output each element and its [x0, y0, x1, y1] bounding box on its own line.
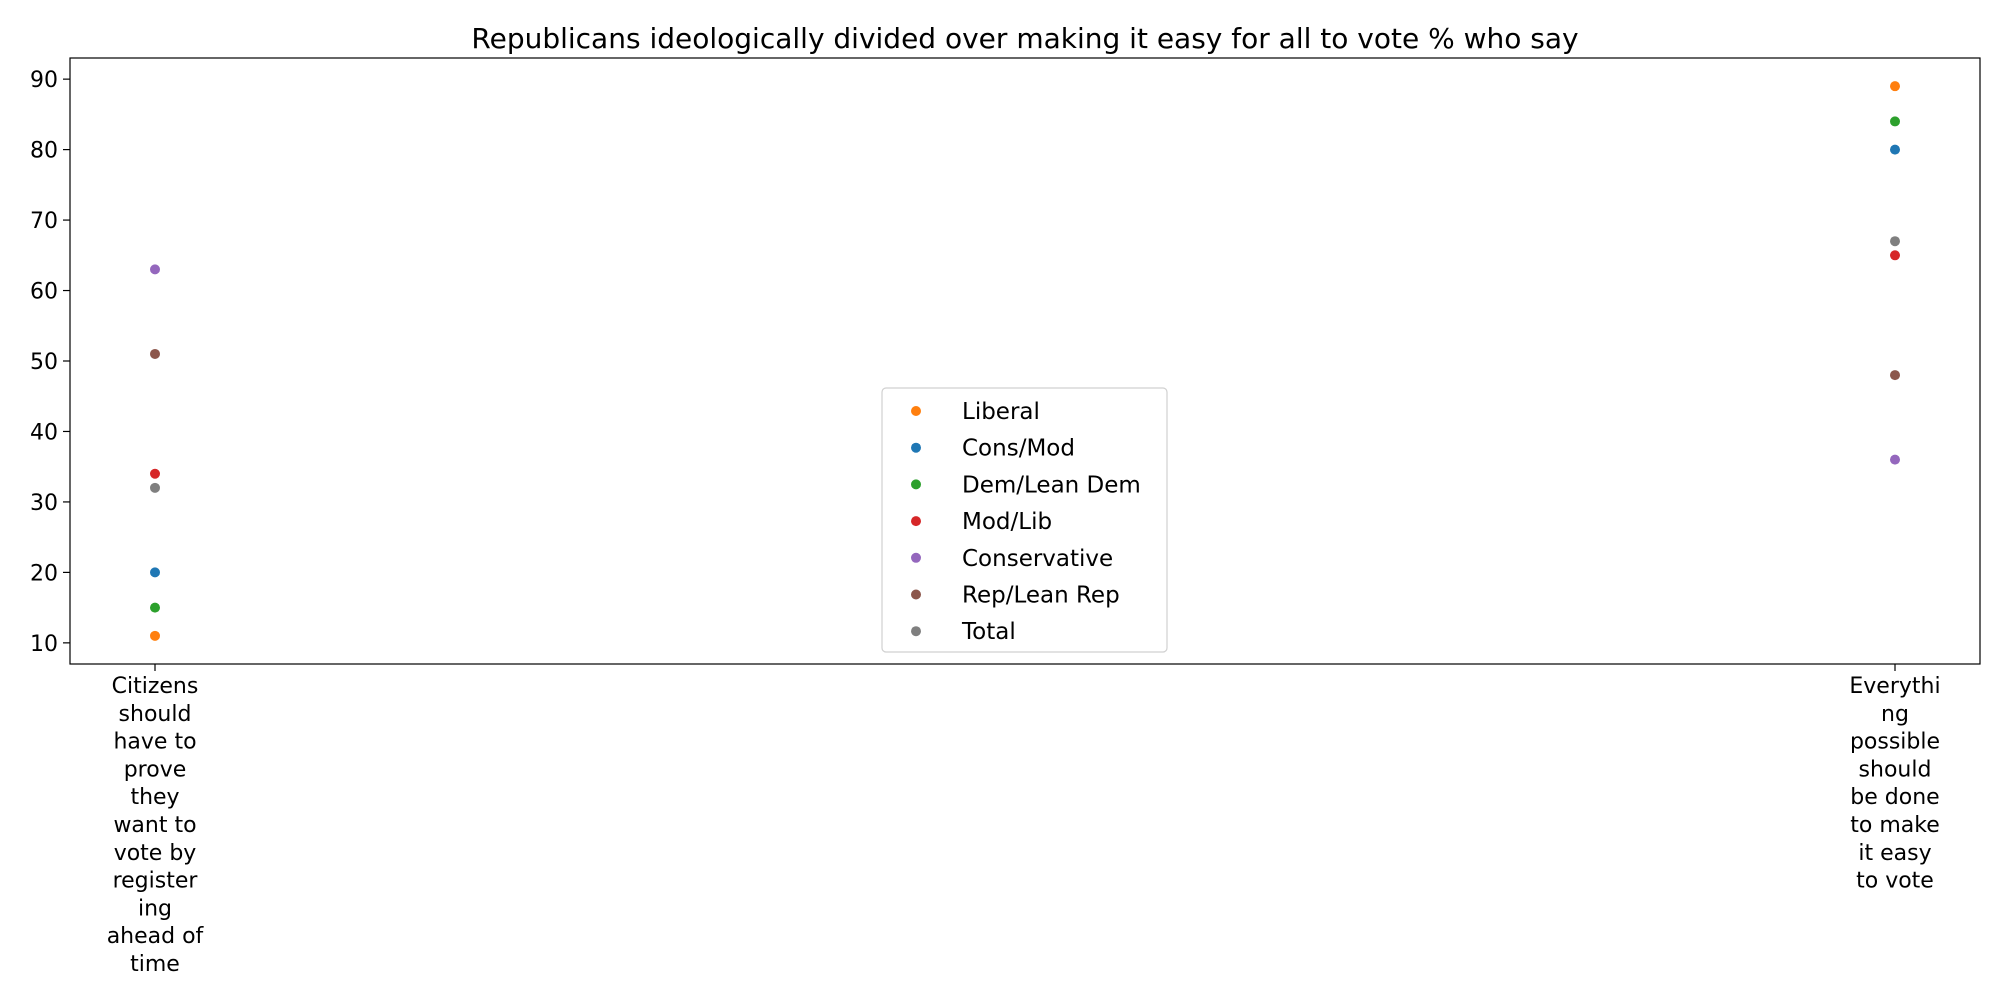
y-tick-label: 80	[30, 139, 58, 164]
legend-entry: Total	[961, 619, 1016, 645]
x-axis: Citizens should have to prove they want to vot…	[107, 664, 1941, 977]
chart-title: Republicans ideologically divided over m…	[471, 22, 1578, 55]
point-rep-lean-rep	[1890, 370, 1900, 381]
point-liberal	[1890, 81, 1900, 92]
x-category-label-line: want to	[113, 813, 196, 838]
y-tick-label: 60	[30, 280, 58, 305]
y-tick-label: 20	[30, 561, 58, 586]
y-tick-label: 30	[30, 491, 58, 516]
legend-marker	[911, 406, 921, 416]
x-category-label-line: time	[130, 952, 180, 977]
point-dem-lean-dem	[150, 602, 160, 613]
x-category-label-line: ng	[1881, 702, 1909, 727]
x-category-label-line: it easy	[1858, 841, 1931, 866]
point-liberal	[150, 630, 160, 641]
x-category-label-line: ahead of	[107, 924, 205, 949]
x-category-label-line: they	[130, 785, 179, 810]
x-category-label-line: prove	[124, 757, 187, 782]
y-axis: 10 20 30 40 50 60 70 80 90	[30, 68, 70, 657]
y-tick-label: 50	[30, 350, 58, 375]
x-category-label: Everythi ng possible should be done to make it…	[1849, 674, 1940, 894]
x-category-label-line: ing	[138, 896, 172, 921]
x-category-label-line: be done	[1850, 785, 1939, 810]
point-mod-lib	[150, 468, 160, 479]
x-category-label-line: register	[113, 869, 199, 894]
x-category-label-line: possible	[1850, 730, 1940, 755]
point-conservative	[150, 264, 160, 275]
scatter-chart: Republicans ideologically divided over m…	[30, 22, 1981, 977]
legend-marker	[911, 516, 921, 527]
x-category-label-line: Citizens	[112, 674, 199, 699]
x-category-label-line: to vote	[1856, 869, 1934, 894]
point-cons-mod	[150, 567, 160, 578]
legend-marker	[911, 442, 921, 453]
y-tick-label: 70	[30, 209, 58, 234]
x-category-label-line: vote by	[114, 841, 197, 866]
y-tick-label: 10	[30, 632, 58, 657]
x-category-label-line: should	[1859, 757, 1932, 782]
point-rep-lean-rep	[150, 348, 160, 359]
point-mod-lib	[1890, 250, 1900, 261]
legend-entry: Dem/Lean Dem	[962, 472, 1141, 498]
x-category-label: Citizens should have to prove they want to vot…	[107, 674, 205, 977]
legend: Liberal Cons/Mod Dem/Lean Dem Mod/Lib Conser…	[881, 387, 1168, 653]
legend-entry: Conservative	[962, 546, 1113, 572]
legend-entry: Liberal	[962, 399, 1040, 425]
point-total	[1890, 236, 1900, 247]
y-tick-label: 40	[30, 420, 58, 445]
x-category-label-line: have to	[113, 730, 196, 755]
legend-entry: Mod/Lib	[962, 509, 1052, 535]
legend-marker	[911, 626, 921, 637]
legend-marker	[911, 479, 921, 490]
point-total	[150, 482, 160, 493]
legend-marker	[911, 552, 921, 563]
point-cons-mod	[1890, 144, 1900, 155]
y-tick-label: 90	[30, 68, 58, 93]
legend-marker	[911, 589, 921, 600]
legend-entry: Cons/Mod	[962, 436, 1075, 462]
legend-entry: Rep/Lean Rep	[962, 583, 1120, 609]
point-conservative	[1890, 454, 1900, 465]
x-category-label-line: should	[119, 702, 192, 727]
x-category-label-line: Everythi	[1849, 674, 1940, 699]
x-category-label-line: to make	[1850, 813, 1939, 838]
point-dem-lean-dem	[1890, 116, 1900, 127]
